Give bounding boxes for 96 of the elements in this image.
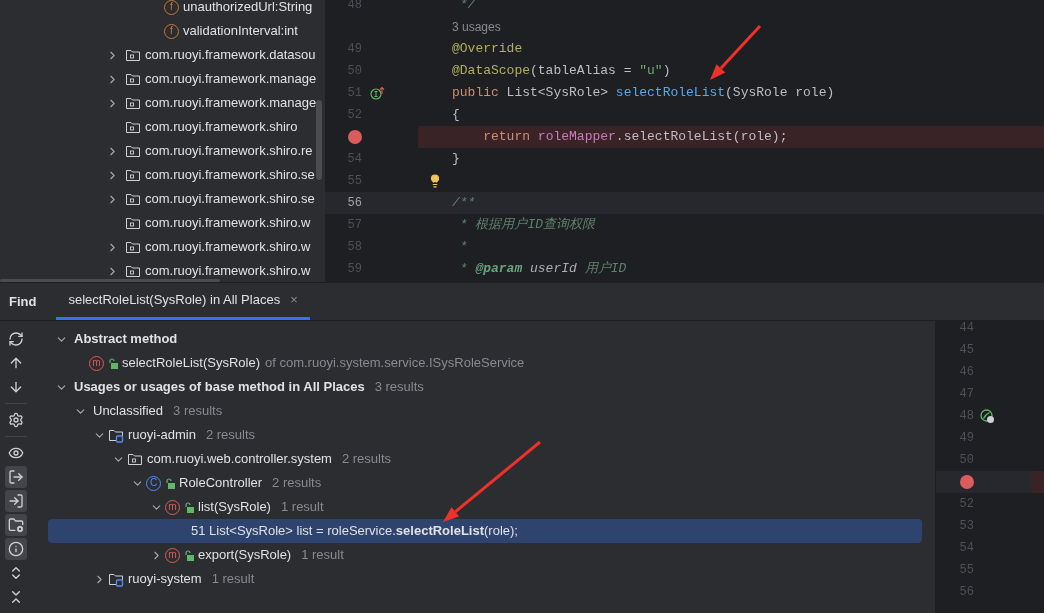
tree-item[interactable]: com.ruoyi.framework.shiro.w [145, 237, 311, 257]
breakpoint-icon[interactable] [348, 130, 362, 144]
result-row[interactable]: m list(SysRole) 1 result [48, 495, 922, 519]
tree-item[interactable]: com.ruoyi.framework.shiro.se [145, 165, 315, 185]
folder-gear-icon [8, 517, 24, 533]
node-label: ruoyi-system [128, 570, 202, 589]
package-folder-icon [127, 451, 143, 467]
group-heading: Usages or usages of base method in All Places [74, 378, 365, 397]
module-folder-icon [108, 571, 124, 587]
scrollbar[interactable] [316, 100, 322, 180]
scrollbar[interactable] [0, 279, 220, 282]
code-line: * 根据用户ID查询权限 [458, 216, 595, 235]
code-line: @DataScope(tableAlias = "u") [452, 62, 671, 81]
package-folder-icon [125, 215, 141, 231]
tree-item[interactable]: com.ruoyi.framework.shiro.se [145, 189, 315, 209]
node-label: com.ruoyi.web.controller.system [147, 450, 332, 469]
package-folder-icon [125, 119, 141, 135]
info-icon [8, 541, 24, 557]
usage-line: 51 List<SysRole> list = roleService.selectRoleList(role); [191, 522, 518, 541]
package-folder-icon [125, 143, 141, 159]
package-folder-icon [125, 71, 141, 87]
usages-hint[interactable]: 3 usages [452, 18, 501, 36]
node-detail: of com.ruoyi.system.service.ISysRoleService [265, 354, 525, 373]
toolbar-button[interactable] [5, 538, 27, 560]
package-folder-icon [125, 263, 141, 279]
bean-icon[interactable] [980, 408, 995, 424]
result-row[interactable]: com.ruoyi.web.controller.system 2 results [48, 447, 922, 471]
toolbar-button[interactable] [5, 466, 27, 488]
lock-icon [184, 501, 194, 513]
result-count: 1 result [211, 570, 255, 589]
tree-item[interactable]: com.ruoyi.framework.shiro [145, 117, 298, 137]
code-line: @Override [452, 40, 523, 59]
result-row[interactable]: C RoleController 2 results [48, 471, 922, 495]
toolbar-button[interactable] [5, 490, 27, 512]
node-label: Unclassified [93, 402, 164, 421]
code-line: public List<SysRole> selectRoleList(SysRole role) [452, 84, 835, 103]
result-count: 2 results [272, 474, 322, 493]
package-folder-icon [125, 167, 141, 183]
rerun-icon [8, 331, 24, 347]
arrow-down-icon [8, 379, 24, 395]
tree-item[interactable]: com.ruoyi.framework.shiro.re [145, 141, 313, 161]
result-count: 3 results [173, 402, 223, 421]
package-folder-icon [125, 47, 141, 63]
result-count: 2 results [205, 426, 256, 445]
lock-icon [165, 477, 175, 489]
result-count: 1 result [301, 546, 344, 565]
result-count: 2 results [341, 450, 392, 469]
tree-item[interactable]: com.ruoyi.framework.datasou [145, 45, 316, 65]
result-row[interactable]: m selectRoleList(SysRole) of com.ruoyi.system.service.ISysRoleService [48, 351, 922, 375]
result-row[interactable]: Usages or usages of base method in All Places 3 results [48, 375, 922, 399]
node-label: RoleController [179, 474, 263, 493]
node-label: ruoyi-admin [128, 426, 196, 445]
line-number: 56 [347, 195, 362, 212]
annotation-arrow [710, 25, 762, 80]
result-row[interactable]: m export(SysRole) 1 result [48, 543, 922, 567]
code-line: } [452, 150, 460, 169]
node-label: export(SysRole) [198, 546, 292, 565]
tree-item[interactable]: com.ruoyi.framework.manage [145, 93, 317, 113]
result-row[interactable]: ruoyi-admin 2 results [48, 423, 922, 447]
node-label: selectRoleList(SysRole) [122, 354, 260, 373]
package-folder-icon [125, 239, 141, 255]
implements-icon[interactable] [370, 86, 386, 100]
code-line: * [458, 238, 468, 257]
lock-icon [108, 357, 118, 369]
arrow-up-icon [8, 355, 24, 371]
tab[interactable]: selectRoleList(SysRole) in All Places × [56, 283, 310, 320]
package-folder-icon [125, 95, 141, 111]
lock-icon [184, 549, 194, 561]
panel-title: Find [9, 292, 37, 311]
code-line: { [452, 106, 460, 125]
result-row[interactable]: 51 List<SysRole> list = roleService.selectRoleList(role); [48, 519, 922, 543]
node-label: list(SysRole) [198, 498, 271, 517]
tree-item[interactable]: com.ruoyi.framework.shiro.w [145, 213, 311, 233]
module-folder-icon [108, 427, 124, 443]
eye-icon [8, 445, 24, 461]
toolbar-button[interactable] [5, 514, 27, 536]
tree-item[interactable]: unauthorizedUrl:String [183, 0, 313, 17]
result-row[interactable]: Unclassified 3 results [48, 399, 922, 423]
tree-item[interactable]: validationInterval:int [183, 21, 298, 41]
close-button[interactable]: × [290, 290, 298, 310]
group-heading: Abstract method [74, 330, 178, 349]
code-line: return roleMapper.selectRoleList(role); [482, 128, 788, 147]
code-line: * @param userId 用户ID [458, 260, 627, 279]
settings-icon [8, 412, 24, 428]
result-count: 3 results [374, 378, 424, 397]
package-folder-icon [125, 191, 141, 207]
breakpoint-stripe [1031, 471, 1044, 493]
result-count: 1 result [280, 498, 324, 517]
result-row[interactable]: ruoyi-system 1 result [48, 567, 922, 591]
breakpoint-icon[interactable] [960, 475, 974, 489]
arrow-in-icon [8, 493, 24, 509]
result-row[interactable]: Abstract method [48, 327, 922, 351]
tree-item[interactable]: com.ruoyi.framework.manage [145, 69, 317, 89]
tree-item[interactable]: com.ruoyi.framework.shiro.w [145, 261, 311, 281]
lightbulb-icon[interactable] [428, 174, 442, 188]
code-line: /** [452, 194, 476, 213]
